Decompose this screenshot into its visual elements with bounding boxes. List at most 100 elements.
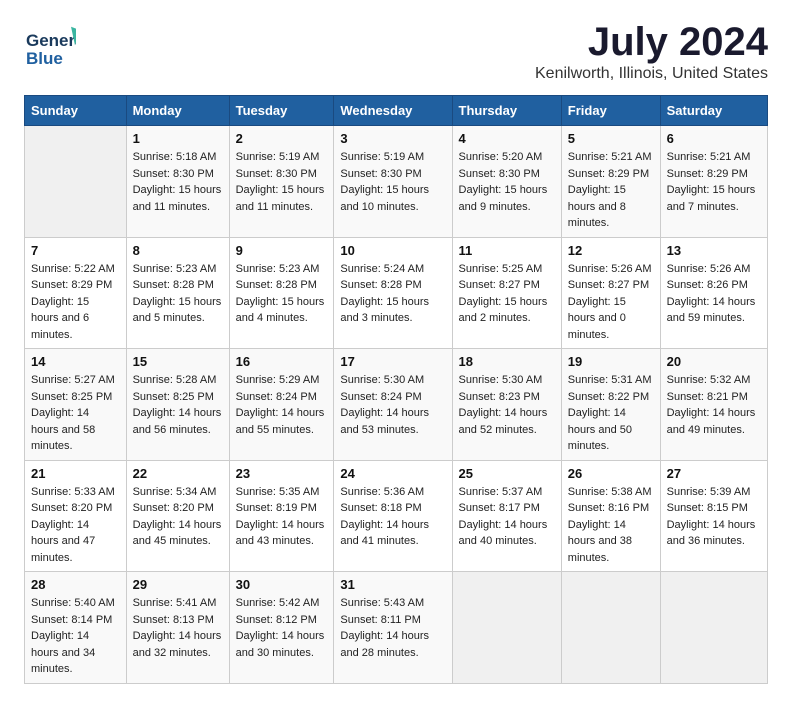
cell-data: Sunrise: 5:19 AMSunset: 8:30 PMDaylight:…	[340, 149, 445, 215]
day-number: 29	[133, 577, 223, 592]
day-number: 27	[667, 466, 761, 481]
day-header-monday: Monday	[126, 96, 229, 126]
cell-data: Sunrise: 5:43 AMSunset: 8:11 PMDaylight:…	[340, 595, 445, 661]
calendar-cell: 20 Sunrise: 5:32 AMSunset: 8:21 PMDayligh…	[660, 349, 767, 461]
cell-data: Sunrise: 5:24 AMSunset: 8:28 PMDaylight:…	[340, 261, 445, 327]
calendar-cell: 25 Sunrise: 5:37 AMSunset: 8:17 PMDayligh…	[452, 460, 561, 572]
day-number: 5	[568, 131, 654, 146]
cell-data: Sunrise: 5:28 AMSunset: 8:25 PMDaylight:…	[133, 372, 223, 438]
calendar-cell: 13 Sunrise: 5:26 AMSunset: 8:26 PMDayligh…	[660, 237, 767, 349]
calendar-cell: 29Sunrise: 5:41 AMSunset: 8:13 PMDayligh…	[126, 572, 229, 684]
cell-data: Sunrise: 5:36 AMSunset: 8:18 PMDaylight:…	[340, 484, 445, 550]
calendar-cell: 30Sunrise: 5:42 AMSunset: 8:12 PMDayligh…	[229, 572, 334, 684]
week-row-4: 21 Sunrise: 5:33 AMSunset: 8:20 PMDayligh…	[25, 460, 768, 572]
calendar-cell: 24 Sunrise: 5:36 AMSunset: 8:18 PMDayligh…	[334, 460, 452, 572]
day-number: 15	[133, 354, 223, 369]
calendar-cell	[452, 572, 561, 684]
calendar-cell	[660, 572, 767, 684]
cell-data: Sunrise: 5:39 AMSunset: 8:15 PMDaylight:…	[667, 484, 761, 550]
day-number: 10	[340, 243, 445, 258]
week-row-3: 14 Sunrise: 5:27 AMSunset: 8:25 PMDayligh…	[25, 349, 768, 461]
cell-data: Sunrise: 5:34 AMSunset: 8:20 PMDaylight:…	[133, 484, 223, 550]
subtitle: Kenilworth, Illinois, United States	[535, 65, 768, 83]
calendar-cell: 26 Sunrise: 5:38 AMSunset: 8:16 PMDayligh…	[561, 460, 660, 572]
day-number: 18	[459, 354, 555, 369]
main-title: July 2024	[535, 20, 768, 65]
logo-icon: General Blue	[24, 20, 76, 72]
svg-text:General: General	[26, 31, 76, 50]
calendar-cell: 4 Sunrise: 5:20 AMSunset: 8:30 PMDaylight…	[452, 126, 561, 238]
cell-data: Sunrise: 5:38 AMSunset: 8:16 PMDaylight:…	[568, 484, 654, 567]
day-number: 13	[667, 243, 761, 258]
day-number: 7	[31, 243, 120, 258]
calendar-cell: 21 Sunrise: 5:33 AMSunset: 8:20 PMDayligh…	[25, 460, 127, 572]
day-header-tuesday: Tuesday	[229, 96, 334, 126]
calendar-cell: 10 Sunrise: 5:24 AMSunset: 8:28 PMDayligh…	[334, 237, 452, 349]
day-number: 4	[459, 131, 555, 146]
day-number: 16	[236, 354, 328, 369]
day-header-friday: Friday	[561, 96, 660, 126]
cell-data: Sunrise: 5:23 AMSunset: 8:28 PMDaylight:…	[236, 261, 328, 327]
cell-data: Sunrise: 5:37 AMSunset: 8:17 PMDaylight:…	[459, 484, 555, 550]
calendar-cell: 1 Sunrise: 5:18 AMSunset: 8:30 PMDaylight…	[126, 126, 229, 238]
day-number: 12	[568, 243, 654, 258]
calendar-cell: 14 Sunrise: 5:27 AMSunset: 8:25 PMDayligh…	[25, 349, 127, 461]
cell-data: Sunrise: 5:35 AMSunset: 8:19 PMDaylight:…	[236, 484, 328, 550]
week-row-2: 7 Sunrise: 5:22 AMSunset: 8:29 PMDaylight…	[25, 237, 768, 349]
day-number: 28	[31, 577, 120, 592]
calendar-cell: 7 Sunrise: 5:22 AMSunset: 8:29 PMDaylight…	[25, 237, 127, 349]
cell-data: Sunrise: 5:26 AMSunset: 8:27 PMDaylight:…	[568, 261, 654, 344]
calendar-cell: 23 Sunrise: 5:35 AMSunset: 8:19 PMDayligh…	[229, 460, 334, 572]
cell-data: Sunrise: 5:31 AMSunset: 8:22 PMDaylight:…	[568, 372, 654, 455]
cell-data: Sunrise: 5:33 AMSunset: 8:20 PMDaylight:…	[31, 484, 120, 567]
day-header-thursday: Thursday	[452, 96, 561, 126]
cell-data: Sunrise: 5:19 AMSunset: 8:30 PMDaylight:…	[236, 149, 328, 215]
week-row-5: 28Sunrise: 5:40 AMSunset: 8:14 PMDayligh…	[25, 572, 768, 684]
day-header-saturday: Saturday	[660, 96, 767, 126]
calendar-cell: 2Sunrise: 5:19 AMSunset: 8:30 PMDaylight…	[229, 126, 334, 238]
cell-data: Sunrise: 5:22 AMSunset: 8:29 PMDaylight:…	[31, 261, 120, 344]
calendar-cell: 12 Sunrise: 5:26 AMSunset: 8:27 PMDayligh…	[561, 237, 660, 349]
day-header-sunday: Sunday	[25, 96, 127, 126]
calendar-cell	[561, 572, 660, 684]
day-number: 25	[459, 466, 555, 481]
day-header-wednesday: Wednesday	[334, 96, 452, 126]
calendar-cell: 8Sunrise: 5:23 AMSunset: 8:28 PMDaylight…	[126, 237, 229, 349]
title-area: July 2024 Kenilworth, Illinois, United S…	[535, 20, 768, 83]
calendar-cell: 15 Sunrise: 5:28 AMSunset: 8:25 PMDayligh…	[126, 349, 229, 461]
day-number: 24	[340, 466, 445, 481]
calendar-cell: 18 Sunrise: 5:30 AMSunset: 8:23 PMDayligh…	[452, 349, 561, 461]
day-number: 26	[568, 466, 654, 481]
calendar-header-row: SundayMondayTuesdayWednesdayThursdayFrid…	[25, 96, 768, 126]
cell-data: Sunrise: 5:18 AMSunset: 8:30 PMDaylight:…	[133, 149, 223, 215]
logo: General Blue	[24, 20, 80, 72]
calendar-cell: 17Sunrise: 5:30 AMSunset: 8:24 PMDayligh…	[334, 349, 452, 461]
cell-data: Sunrise: 5:20 AMSunset: 8:30 PMDaylight:…	[459, 149, 555, 215]
cell-data: Sunrise: 5:27 AMSunset: 8:25 PMDaylight:…	[31, 372, 120, 455]
day-number: 14	[31, 354, 120, 369]
cell-data: Sunrise: 5:21 AMSunset: 8:29 PMDaylight:…	[667, 149, 761, 215]
day-number: 20	[667, 354, 761, 369]
calendar-cell: 22 Sunrise: 5:34 AMSunset: 8:20 PMDayligh…	[126, 460, 229, 572]
calendar-body: 1 Sunrise: 5:18 AMSunset: 8:30 PMDaylight…	[25, 126, 768, 684]
cell-data: Sunrise: 5:26 AMSunset: 8:26 PMDaylight:…	[667, 261, 761, 327]
calendar-cell: 6 Sunrise: 5:21 AMSunset: 8:29 PMDaylight…	[660, 126, 767, 238]
day-number: 31	[340, 577, 445, 592]
day-number: 8	[133, 243, 223, 258]
day-number: 11	[459, 243, 555, 258]
cell-data: Sunrise: 5:30 AMSunset: 8:23 PMDaylight:…	[459, 372, 555, 438]
day-number: 23	[236, 466, 328, 481]
cell-data: Sunrise: 5:25 AMSunset: 8:27 PMDaylight:…	[459, 261, 555, 327]
calendar-cell: 19Sunrise: 5:31 AMSunset: 8:22 PMDayligh…	[561, 349, 660, 461]
week-row-1: 1 Sunrise: 5:18 AMSunset: 8:30 PMDaylight…	[25, 126, 768, 238]
day-number: 21	[31, 466, 120, 481]
cell-data: Sunrise: 5:29 AMSunset: 8:24 PMDaylight:…	[236, 372, 328, 438]
calendar-cell: 5 Sunrise: 5:21 AMSunset: 8:29 PMDaylight…	[561, 126, 660, 238]
cell-data: Sunrise: 5:21 AMSunset: 8:29 PMDaylight:…	[568, 149, 654, 232]
cell-data: Sunrise: 5:32 AMSunset: 8:21 PMDaylight:…	[667, 372, 761, 438]
day-number: 6	[667, 131, 761, 146]
day-number: 22	[133, 466, 223, 481]
page-header: General Blue July 2024 Kenilworth, Illin…	[24, 20, 768, 83]
day-number: 1	[133, 131, 223, 146]
cell-data: Sunrise: 5:42 AMSunset: 8:12 PMDaylight:…	[236, 595, 328, 661]
